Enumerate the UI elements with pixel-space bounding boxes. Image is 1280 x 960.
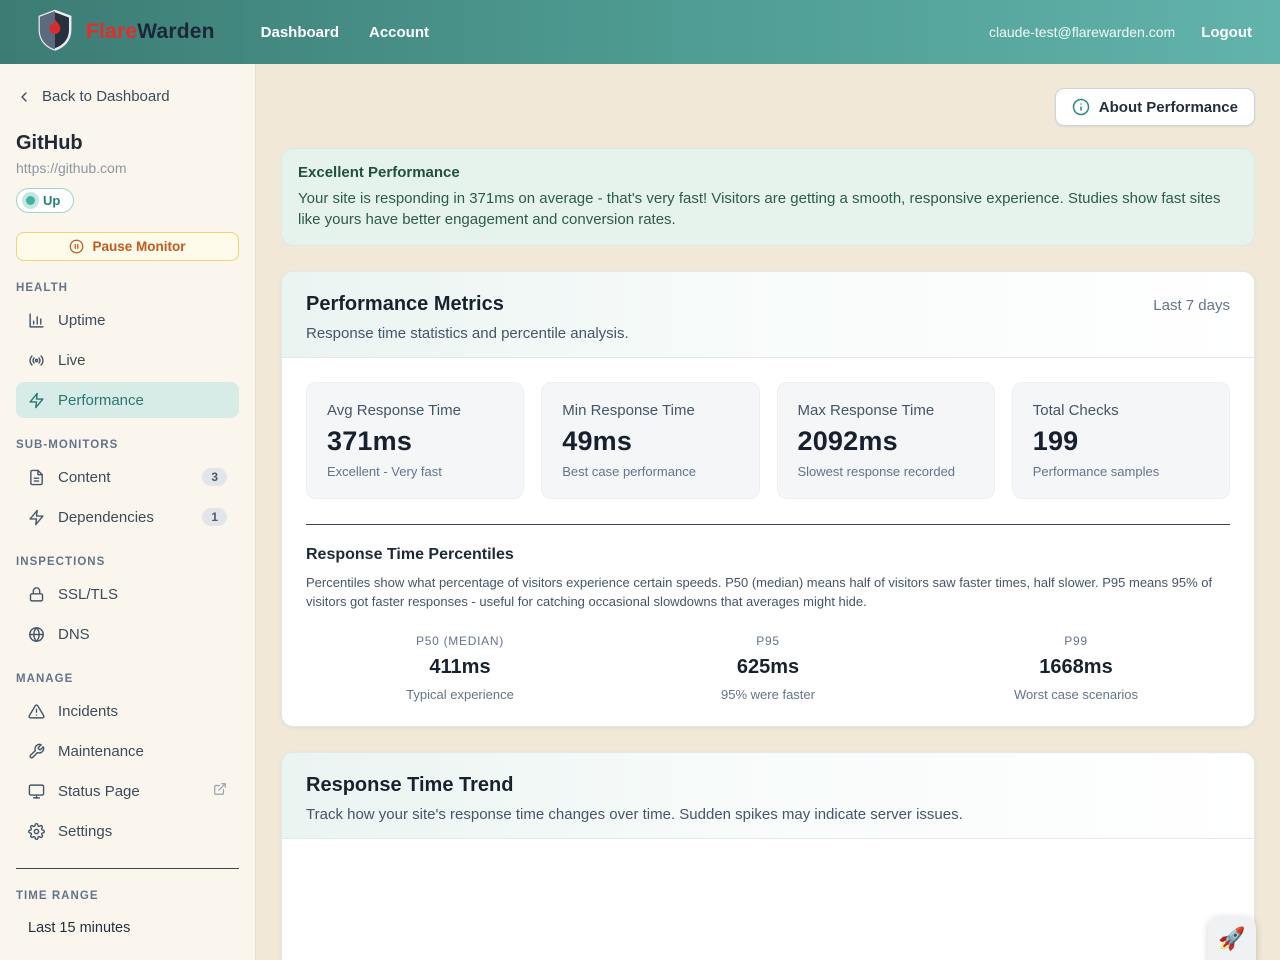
stat-total-checks: Total Checks 199 Performance samples [1012, 382, 1230, 499]
zap-icon [28, 509, 45, 526]
time-range-option-1h[interactable]: Last hour [16, 950, 239, 960]
sidebar-item-content[interactable]: Content 3 [16, 459, 239, 495]
sidebar-item-incidents[interactable]: Incidents [16, 693, 239, 729]
shield-flame-logo-icon [36, 9, 74, 56]
nav-link-account[interactable]: Account [369, 24, 429, 41]
content-count-badge: 3 [202, 468, 227, 486]
sidebar-item-performance[interactable]: Performance [16, 382, 239, 418]
stat-min-response-time: Min Response Time 49ms Best case perform… [541, 382, 759, 499]
sidebar-item-live[interactable]: Live [16, 342, 239, 378]
monitor-url: https://github.com [16, 160, 239, 176]
circle-pause-icon [69, 239, 84, 254]
dependencies-count-badge: 1 [202, 508, 227, 526]
radio-icon [28, 352, 45, 369]
sidebar-item-status-page[interactable]: Status Page [16, 773, 239, 809]
response-time-trend-card: Response Time Trend Track how your site'… [281, 752, 1255, 960]
percentiles-title: Response Time Percentiles [306, 546, 1230, 564]
performance-banner: Excellent Performance Your site is respo… [281, 148, 1255, 246]
top-navbar: FlareWarden Dashboard Account claude-tes… [0, 0, 1280, 64]
rocket-button[interactable]: 🚀 [1208, 916, 1256, 960]
percentiles-description: Percentiles show what percentage of visi… [306, 574, 1230, 612]
sidebar-item-dns[interactable]: DNS [16, 616, 239, 652]
sidebar-item-ssl-tls[interactable]: SSL/TLS [16, 576, 239, 612]
status-up-dot-icon [26, 196, 35, 205]
logout-button[interactable]: Logout [1201, 24, 1252, 41]
sidebar-item-settings[interactable]: Settings [16, 813, 239, 849]
pause-monitor-button[interactable]: Pause Monitor [16, 232, 239, 261]
status-badge: Up [16, 188, 74, 213]
section-label-time-range: TIME RANGE [16, 890, 239, 902]
section-label-inspections: INSPECTIONS [16, 556, 239, 568]
gear-icon [28, 823, 45, 840]
bar-chart-icon [28, 312, 45, 329]
section-label-sub-monitors: SUB-MONITORS [16, 439, 239, 451]
metrics-divider [306, 524, 1230, 525]
metrics-card-subtitle: Response time statistics and percentile … [306, 325, 1230, 342]
metrics-card-title: Performance Metrics [306, 293, 504, 316]
file-text-icon [28, 469, 45, 486]
brand[interactable]: FlareWarden [36, 9, 215, 56]
percentile-p95: P95 625ms 95% were faster [614, 634, 922, 702]
nav-links: Dashboard Account [261, 24, 429, 41]
about-performance-button[interactable]: About Performance [1055, 88, 1255, 126]
rocket-icon: 🚀 [1218, 926, 1245, 952]
percentile-p50: P50 (MEDIAN) 411ms Typical experience [306, 634, 614, 702]
banner-body: Your site is responding in 371ms on aver… [298, 189, 1238, 230]
sidebar-divider [16, 868, 239, 869]
metrics-card-period: Last 7 days [1153, 297, 1230, 314]
monitor-icon [28, 783, 45, 800]
chevron-left-icon [16, 89, 32, 105]
external-link-icon [213, 782, 227, 800]
trend-chart-area [282, 839, 1254, 960]
stat-max-response-time: Max Response Time 2092ms Slowest respons… [777, 382, 995, 499]
lock-icon [28, 586, 45, 603]
monitor-name: GitHub [16, 132, 239, 155]
section-label-manage: MANAGE [16, 673, 239, 685]
zap-icon [28, 392, 45, 409]
time-range-option-15m[interactable]: Last 15 minutes [16, 910, 239, 946]
main-content: About Performance Excellent Performance … [256, 64, 1280, 960]
trend-card-subtitle: Track how your site's response time chan… [306, 806, 1230, 823]
trend-card-title: Response Time Trend [306, 774, 513, 797]
wrench-icon [28, 743, 45, 760]
section-label-health: HEALTH [16, 282, 239, 294]
banner-title: Excellent Performance [298, 164, 1238, 181]
nav-link-dashboard[interactable]: Dashboard [261, 24, 339, 41]
sidebar-item-maintenance[interactable]: Maintenance [16, 733, 239, 769]
stat-avg-response-time: Avg Response Time 371ms Excellent - Very… [306, 382, 524, 499]
alert-triangle-icon [28, 703, 45, 720]
sidebar-item-uptime[interactable]: Uptime [16, 302, 239, 338]
sidebar: Back to Dashboard GitHub https://github.… [0, 64, 256, 960]
globe-icon [28, 626, 45, 643]
back-to-dashboard-link[interactable]: Back to Dashboard [16, 88, 239, 105]
performance-metrics-card: Performance Metrics Last 7 days Response… [281, 271, 1255, 727]
info-icon [1072, 98, 1090, 116]
sidebar-item-dependencies[interactable]: Dependencies 1 [16, 499, 239, 535]
percentile-p99: P99 1668ms Worst case scenarios [922, 634, 1230, 702]
brand-name: FlareWarden [86, 20, 215, 44]
user-email: claude-test@flarewarden.com [989, 24, 1175, 40]
